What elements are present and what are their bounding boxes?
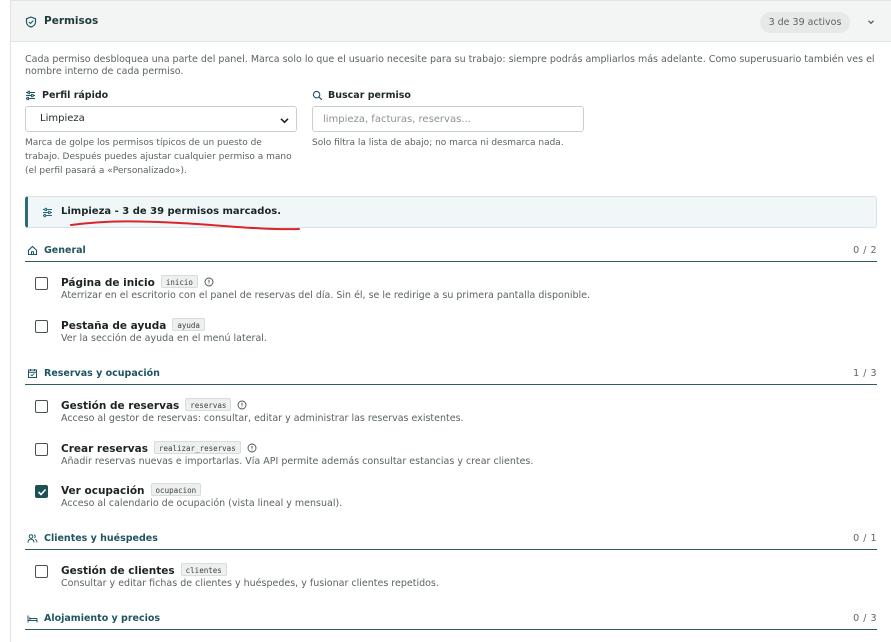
permission-title-line: Crear reservas realizar_reservas: [61, 441, 257, 455]
profile-label: Perfil rápido: [42, 90, 109, 101]
section-alojamiento: Alojamiento y precios 0 / 3: [25, 610, 877, 630]
section-count: 0 / 1: [853, 533, 877, 544]
permission-code: ocupacion: [150, 483, 202, 496]
permission-description: Acceso al calendario de ocupación (vista…: [61, 498, 343, 509]
shield-icon: [25, 16, 37, 28]
profile-help: Marca de golpe los permisos típicos de u…: [25, 138, 292, 176]
home-icon: [27, 245, 38, 256]
checkbox[interactable]: [35, 400, 48, 413]
permission-title-line: Ver ocupación ocupacion: [61, 483, 202, 497]
section-count: 0 / 2: [853, 245, 877, 256]
chevron-down-icon: [280, 118, 289, 124]
permission-title-line: Página de inicio inicio: [61, 275, 214, 289]
permission-row[interactable]: Gestión de reservas reservas Acceso al ge…: [25, 397, 877, 437]
section-title: Reservas y ocupación: [44, 368, 160, 379]
search-icon: [312, 90, 323, 101]
permission-title: Página de inicio: [61, 277, 155, 289]
summary-text: Limpieza - 3 de 39 permisos marcados.: [61, 206, 282, 217]
sliders-icon: [43, 207, 52, 218]
section-clientes: Clientes y huéspedes 0 / 1: [25, 530, 877, 550]
chevron-down-icon[interactable]: [866, 17, 876, 27]
search-help: Solo filtra la lista de abajo; no marca …: [312, 138, 564, 148]
section-title: General: [44, 245, 86, 256]
permission-title: Gestión de clientes: [61, 565, 175, 577]
permission-row[interactable]: Página de inicio inicio Aterrizar en el e…: [25, 274, 877, 314]
section-title: Clientes y huéspedes: [44, 533, 158, 544]
panel-title: Permisos: [44, 15, 99, 27]
search-input[interactable]: [312, 106, 584, 132]
red-underline-annotation: [70, 220, 300, 231]
permission-row[interactable]: Ver ocupación ocupacion Acceso al calenda…: [25, 482, 877, 522]
users-icon: [27, 534, 38, 543]
permission-description: Ver la sección de ayuda en el menú later…: [61, 333, 267, 344]
permission-title: Ver ocupación: [61, 485, 145, 497]
permission-title: Pestaña de ayuda: [61, 320, 167, 332]
permission-row[interactable]: Gestión de clientes clientes Consultar y …: [25, 562, 877, 602]
bed-icon: [27, 615, 38, 623]
permission-code: ayuda: [172, 318, 205, 331]
permission-code: reservas: [185, 398, 232, 411]
permission-row[interactable]: Pestaña de ayuda ayuda Ver la sección de …: [25, 317, 877, 357]
profile-select[interactable]: Limpieza: [25, 106, 297, 132]
intro-text: Cada permiso desbloquea una parte del pa…: [25, 54, 875, 77]
permission-title: Gestión de reservas: [61, 400, 180, 412]
permission-description: Acceso al gestor de reservas: consultar,…: [61, 413, 464, 424]
search-label: Buscar permiso: [328, 90, 411, 101]
permission-code: clientes: [180, 563, 227, 576]
permission-title-line: Gestión de reservas reservas: [61, 398, 247, 412]
permission-title: Crear reservas: [61, 443, 148, 455]
permission-title-line: Gestión de clientes clientes: [61, 563, 227, 577]
permission-row[interactable]: Crear reservas realizar_reservas Añadir r…: [25, 440, 877, 480]
info-icon[interactable]: [237, 400, 247, 410]
calendar-icon: [28, 369, 37, 378]
checkbox[interactable]: [35, 320, 48, 333]
active-count-badge: 3 de 39 activos: [760, 12, 850, 33]
section-count: 1 / 3: [853, 368, 877, 379]
checkbox-checked[interactable]: [35, 485, 48, 498]
section-reservas: Reservas y ocupación 1 / 3: [25, 365, 877, 385]
sliders-icon: [26, 90, 35, 101]
permission-description: Consultar y editar fichas de clientes y …: [61, 578, 439, 589]
info-icon[interactable]: [247, 443, 257, 453]
section-count: 0 / 3: [853, 613, 877, 624]
info-icon[interactable]: [204, 277, 214, 287]
permission-title-line: Pestaña de ayuda ayuda: [61, 318, 205, 332]
section-general: General 0 / 2: [25, 242, 877, 262]
permission-description: Añadir reservas nuevas e importarlas. Ví…: [61, 456, 534, 467]
permission-code: realizar_reservas: [153, 441, 241, 454]
checkbox[interactable]: [35, 443, 48, 456]
section-title: Alojamiento y precios: [44, 613, 161, 624]
profile-selected-value: Limpieza: [40, 113, 85, 124]
checkbox[interactable]: [35, 277, 48, 290]
permissions-panel: Permisos 3 de 39 activos Cada permiso de…: [10, 0, 891, 642]
permission-code: inicio: [160, 275, 198, 288]
permission-description: Aterrizar en el escritorio con el panel …: [61, 290, 591, 301]
checkbox[interactable]: [35, 565, 48, 578]
panel-header[interactable]: Permisos 3 de 39 activos: [11, 0, 891, 42]
check-icon: [37, 488, 47, 496]
